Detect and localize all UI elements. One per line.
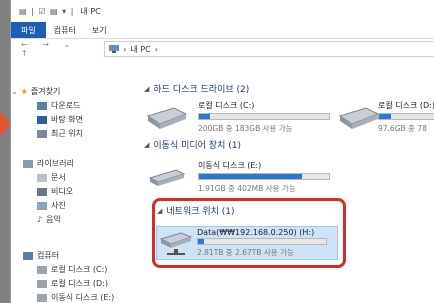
sidebar-item-recent[interactable]: 최근 위치 bbox=[37, 128, 83, 139]
sidebar-item-music[interactable]: ♪ 음악 bbox=[37, 214, 61, 225]
chevron-right-icon: › bbox=[154, 44, 158, 54]
section-title: 하드 디스크 드라이브 (2) bbox=[153, 85, 250, 95]
sidebar-item-videos[interactable]: 비디오 bbox=[37, 186, 73, 197]
sidebar-item-label: 사진 bbox=[51, 201, 66, 210]
section-title: 네트워크 위치 (1) bbox=[166, 207, 235, 217]
drive-free-space: 2.81TB 중 2.67TB 사용 가능 bbox=[197, 248, 294, 257]
videos-icon bbox=[37, 187, 47, 196]
sidebar-item-documents[interactable]: 문서 bbox=[37, 172, 66, 183]
address-bar-row: ← → ⌄ ↑ › 내 PC › bbox=[11, 38, 434, 60]
chevron-right-icon: › bbox=[123, 44, 127, 54]
chevron-down-icon: ⌄ bbox=[11, 87, 18, 96]
desktop-icon bbox=[37, 115, 47, 124]
library-icon bbox=[23, 159, 33, 168]
drive-name: Data(₩₩192.168.0.250) (H:) bbox=[197, 228, 315, 237]
drive-free-space: 97.6GB 중 78 bbox=[378, 124, 427, 133]
hard-drive-icon bbox=[37, 265, 47, 274]
sidebar-item-label: 로컬 디스크 (D:) bbox=[51, 279, 108, 288]
sidebar-favorites[interactable]: ⌄ ★ 즐겨찾기 bbox=[11, 86, 60, 97]
drive-usage-bar bbox=[198, 173, 330, 180]
hard-drive-icon bbox=[338, 107, 380, 129]
address-bar[interactable]: › 내 PC › bbox=[104, 41, 434, 57]
drive-usage-bar bbox=[198, 113, 330, 120]
usb-drive-icon bbox=[37, 293, 47, 302]
drive-usage-fill bbox=[198, 239, 205, 244]
sidebar-item-label: 문서 bbox=[51, 173, 66, 182]
drive-name: 로컬 디스크 (D:) bbox=[378, 101, 434, 110]
sidebar-item-pictures[interactable]: 사진 bbox=[37, 200, 66, 211]
sidebar-favorites-label: 즐겨찾기 bbox=[30, 87, 61, 96]
pc-icon bbox=[109, 45, 120, 53]
sidebar-libraries-label: 라이브러리 bbox=[37, 159, 74, 168]
sidebar-item-label: 비디오 bbox=[51, 187, 74, 196]
sidebar-computer[interactable]: 컴퓨터 bbox=[23, 250, 59, 261]
collapse-icon: ◢ bbox=[157, 206, 163, 215]
sidebar-item-label: 이동식 디스크 (E:) bbox=[51, 293, 115, 302]
sidebar-computer-label: 컴퓨터 bbox=[37, 251, 60, 260]
sidebar-item-drive-e[interactable]: 이동식 디스크 (E:) bbox=[37, 292, 114, 303]
sidebar-item-label: 로컬 디스크 (C:) bbox=[51, 265, 108, 274]
hard-drive-icon bbox=[146, 107, 188, 129]
section-header-network[interactable]: ◢ 네트워크 위치 (1) bbox=[157, 204, 235, 218]
drive-h[interactable]: Data(₩₩192.168.0.250) (H:) 2.81TB 중 2.67… bbox=[156, 226, 338, 260]
quick-access-toolbar[interactable]: ▤ | ☑ ▤ ▾ | bbox=[19, 7, 74, 16]
drive-usage-bar bbox=[197, 238, 327, 245]
tab-computer[interactable]: 컴퓨터 bbox=[46, 22, 84, 38]
star-icon: ★ bbox=[20, 87, 28, 96]
drive-usage-fill bbox=[199, 174, 302, 179]
sidebar-item-desktop[interactable]: 바탕 화면 bbox=[37, 114, 83, 125]
download-folder-icon bbox=[37, 101, 47, 110]
sidebar-item-drive-c[interactable]: 로컬 디스크 (C:) bbox=[37, 264, 107, 275]
computer-icon bbox=[23, 251, 33, 260]
drive-free-space: 200GB 중 183GB 사용 가능 bbox=[198, 124, 293, 133]
sidebar-item-label: 최근 위치 bbox=[51, 129, 83, 138]
nav-buttons[interactable]: ← → ⌄ ↑ bbox=[21, 40, 96, 58]
network-drive-icon bbox=[159, 232, 193, 255]
music-icon: ♪ bbox=[37, 215, 43, 224]
sidebar-item-label: 다운로드 bbox=[51, 101, 81, 110]
pictures-icon bbox=[37, 201, 47, 210]
drive-name: 로컬 디스크 (C:) bbox=[198, 101, 255, 110]
documents-icon bbox=[37, 173, 47, 182]
sidebar: ⌄ ★ 즐겨찾기 다운로드 바탕 화면 최근 위치 라이브러리 문서 비디오 사… bbox=[11, 72, 136, 303]
collapse-icon: ◢ bbox=[144, 140, 150, 149]
drive-usage-fill bbox=[199, 114, 211, 119]
tab-file[interactable]: 파일 bbox=[11, 22, 46, 38]
recent-places-icon bbox=[37, 129, 47, 138]
hard-drive-icon bbox=[37, 279, 47, 288]
sidebar-item-label: 음악 bbox=[46, 215, 61, 224]
tab-view[interactable]: 보기 bbox=[84, 22, 115, 38]
window-title: 내 PC bbox=[80, 6, 101, 16]
sidebar-libraries[interactable]: 라이브러리 bbox=[23, 158, 74, 169]
title-bar: ▤ | ☑ ▤ ▾ | 내 PC bbox=[11, 0, 434, 22]
collapse-icon: ◢ bbox=[144, 84, 150, 93]
section-header-removable[interactable]: ◢ 이동식 미디어 장치 (1) bbox=[144, 138, 241, 152]
main-content: ◢ 하드 디스크 드라이브 (2) 로컬 디스크 (C:) 200GB 중 18… bbox=[136, 72, 434, 303]
sidebar-item-label: 바탕 화면 bbox=[51, 115, 83, 124]
drive-name: 이동식 디스크 (E:) bbox=[198, 161, 262, 170]
drive-free-space: 1.91GB 중 402MB 사용 가능 bbox=[198, 184, 296, 193]
drive-usage-fill bbox=[379, 114, 391, 119]
sidebar-item-downloads[interactable]: 다운로드 bbox=[37, 100, 80, 111]
section-title: 이동식 미디어 장치 (1) bbox=[153, 141, 241, 151]
section-header-hdd[interactable]: ◢ 하드 디스크 드라이브 (2) bbox=[144, 82, 250, 96]
sidebar-item-drive-d[interactable]: 로컬 디스크 (D:) bbox=[37, 278, 108, 289]
breadcrumb-this-pc[interactable]: 내 PC bbox=[130, 44, 150, 55]
explorer-window: ▤ | ☑ ▤ ▾ | 내 PC 파일 컴퓨터 보기 ← → ⌄ ↑ › 내 P… bbox=[10, 0, 434, 303]
drive-usage-bar bbox=[378, 113, 434, 120]
usb-drive-icon bbox=[148, 169, 186, 186]
ribbon-tabs: 파일 컴퓨터 보기 bbox=[11, 22, 434, 39]
